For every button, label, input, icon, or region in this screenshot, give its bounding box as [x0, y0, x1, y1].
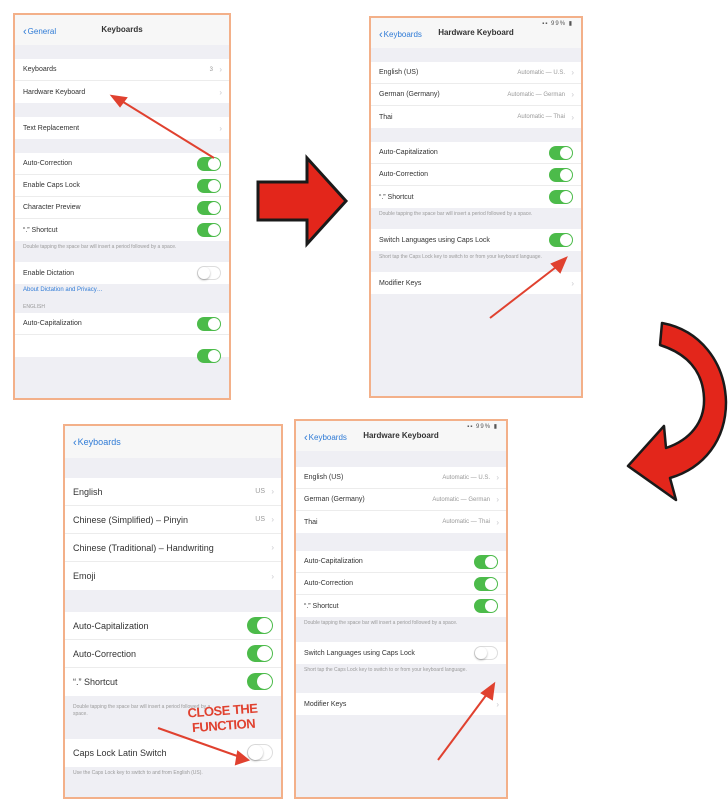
- close-function-annotation: CLOSE THE FUNCTION: [177, 700, 269, 736]
- arrow-right-icon: [256, 154, 349, 248]
- annotation-overlay: [109, 94, 728, 766]
- pointer-line: [119, 99, 215, 159]
- pointer-arrowhead-icon: [234, 750, 251, 766]
- pointer-line: [489, 263, 561, 319]
- pointer-arrowhead-icon: [550, 256, 568, 274]
- pointer-arrowhead-icon: [109, 94, 128, 108]
- pointer-line: [437, 689, 491, 761]
- curved-arrow-icon: [626, 321, 728, 502]
